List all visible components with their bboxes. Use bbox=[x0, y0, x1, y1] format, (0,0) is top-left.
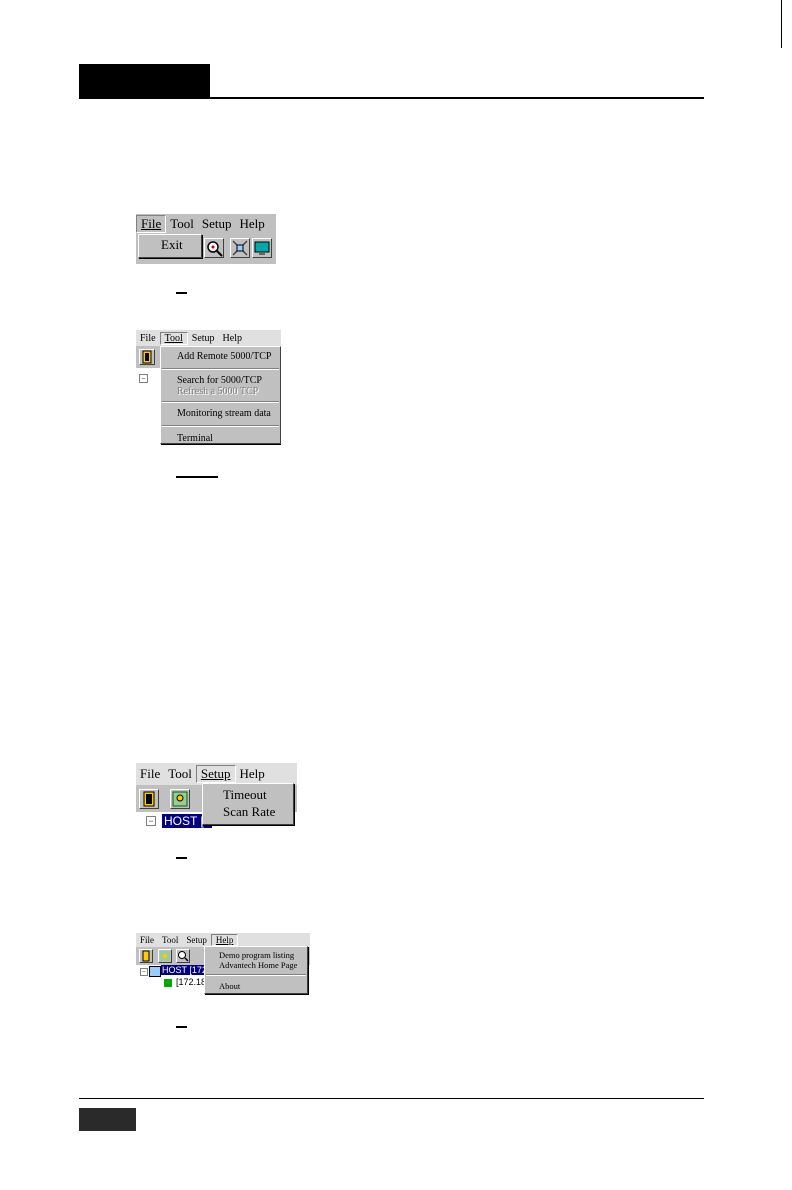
help-dropdown: Demo program listing Advantech Home Page… bbox=[204, 946, 308, 994]
exit-tool-button[interactable] bbox=[139, 949, 153, 963]
menu-setup[interactable]: Setup bbox=[188, 333, 219, 344]
menu-bar: File Tool Setup Help bbox=[136, 763, 297, 785]
menu-item-exit[interactable]: Exit bbox=[139, 235, 201, 253]
tree-expand-icon[interactable]: − bbox=[146, 816, 156, 826]
menu-item-about[interactable]: About bbox=[205, 979, 307, 991]
menu-file[interactable]: File bbox=[136, 935, 158, 945]
magnifier-icon bbox=[178, 951, 189, 962]
network-icon bbox=[232, 240, 248, 256]
menu-separator bbox=[162, 368, 279, 370]
menu-bar: File Tool Setup Help bbox=[136, 214, 276, 234]
tree-host-node[interactable]: HOST [172 bbox=[161, 965, 208, 975]
tree-expand-icon[interactable]: − bbox=[139, 374, 148, 383]
caption-marker bbox=[176, 476, 218, 478]
door-icon bbox=[142, 350, 152, 364]
monitor-icon bbox=[254, 241, 270, 255]
setup-dropdown: Timeout Scan Rate bbox=[202, 783, 294, 825]
menu-item-search[interactable]: Search for 5000/TCP bbox=[161, 373, 280, 386]
antenna-icon bbox=[172, 791, 188, 807]
search-tool-button[interactable] bbox=[204, 238, 224, 258]
header-tab bbox=[79, 64, 210, 98]
menu-separator bbox=[206, 974, 306, 976]
menu-help[interactable]: Help bbox=[219, 333, 246, 344]
menu-item-monitoring[interactable]: Monitoring stream data bbox=[161, 405, 280, 423]
network-tool-button[interactable] bbox=[230, 238, 250, 258]
menu-setup[interactable]: Setup bbox=[182, 935, 211, 945]
exit-tool-button[interactable] bbox=[139, 789, 159, 809]
menu-help[interactable]: Help bbox=[236, 766, 269, 782]
menu-item-terminal[interactable]: Terminal bbox=[161, 429, 280, 445]
antenna-icon bbox=[160, 951, 170, 961]
menu-setup[interactable]: Setup bbox=[195, 765, 236, 783]
menu-item-demo-listing[interactable]: Demo program listing bbox=[205, 947, 307, 960]
caption-marker bbox=[176, 1026, 187, 1028]
menu-separator bbox=[162, 425, 279, 427]
menu-file[interactable]: File bbox=[136, 215, 167, 233]
computer-icon bbox=[149, 966, 161, 977]
trim-line bbox=[781, 0, 782, 48]
tool-dropdown: Add Remote 5000/TCP Search for 5000/TCP … bbox=[160, 346, 281, 444]
file-menu-screenshot: File Tool Setup Help Exit bbox=[136, 214, 276, 264]
help-menu-screenshot: File Tool Setup Help − HOST [172 [172.18… bbox=[136, 933, 310, 995]
menu-tool[interactable]: Tool bbox=[159, 331, 188, 345]
menu-item-refresh: Refresh a 5000 TCP bbox=[177, 386, 259, 397]
menu-file[interactable]: File bbox=[136, 333, 160, 344]
menu-bar: File Tool Setup Help bbox=[136, 933, 310, 947]
menu-file[interactable]: File bbox=[136, 766, 164, 782]
file-dropdown: Exit bbox=[138, 234, 202, 258]
menu-tool[interactable]: Tool bbox=[158, 935, 182, 945]
door-icon bbox=[142, 950, 150, 962]
exit-tool-button[interactable] bbox=[139, 349, 155, 365]
magnifier-icon bbox=[207, 241, 223, 257]
menu-item-home-page[interactable]: Advantech Home Page bbox=[205, 960, 307, 971]
footer-rule bbox=[79, 1098, 704, 1099]
add-remote-tool-button[interactable] bbox=[158, 949, 172, 963]
caption-marker bbox=[176, 857, 187, 859]
menu-item-timeout[interactable]: Timeout bbox=[203, 784, 293, 803]
caption-marker bbox=[176, 292, 187, 294]
tree-expand-icon[interactable]: − bbox=[140, 968, 148, 976]
menu-setup[interactable]: Setup bbox=[198, 216, 236, 232]
header-rule bbox=[79, 97, 704, 99]
device-icon bbox=[164, 979, 172, 987]
monitor-tool-button[interactable] bbox=[252, 238, 272, 258]
menu-help[interactable]: Help bbox=[210, 934, 239, 946]
door-icon bbox=[143, 791, 155, 807]
menu-help[interactable]: Help bbox=[236, 216, 269, 232]
menu-tool[interactable]: Tool bbox=[164, 766, 196, 782]
menu-item-add-remote[interactable]: Add Remote 5000/TCP bbox=[161, 347, 280, 365]
tool-menu-screenshot: File Tool Setup Help − Add Remote 5000/T… bbox=[136, 330, 281, 446]
menu-item-scan-rate[interactable]: Scan Rate bbox=[203, 803, 293, 820]
footer-page-tab bbox=[79, 1108, 136, 1131]
setup-menu-screenshot: File Tool Setup Help − HOST [1 Timeout S… bbox=[136, 763, 297, 830]
add-remote-tool-button[interactable] bbox=[170, 789, 190, 809]
search-tool-button[interactable] bbox=[176, 949, 190, 963]
menu-tool[interactable]: Tool bbox=[166, 216, 198, 232]
menu-bar: File Tool Setup Help bbox=[136, 330, 281, 346]
menu-separator bbox=[162, 401, 279, 403]
